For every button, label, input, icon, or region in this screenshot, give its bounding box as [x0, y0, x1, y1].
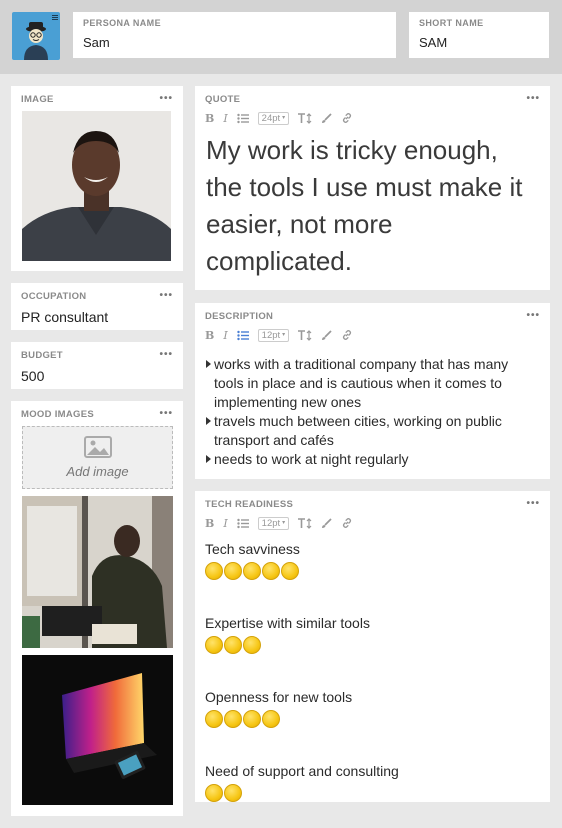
rating-dot-icon[interactable]	[205, 562, 223, 580]
description-card: DESCRIPTION ••• B I 12pt ▾ works with a t…	[195, 303, 550, 479]
rating[interactable]	[205, 636, 540, 656]
list-item[interactable]: needs to work at night regularly	[205, 450, 540, 469]
budget-card: BUDGET ••• 500	[11, 342, 183, 389]
italic-button[interactable]: I	[223, 517, 227, 530]
description-menu[interactable]: •••	[526, 311, 540, 321]
rating-dot-icon[interactable]	[243, 636, 261, 654]
bullet-list-icon[interactable]	[236, 330, 249, 341]
occupation-title: OCCUPATION	[21, 290, 87, 302]
tech-readiness-title: TECH READINESS	[205, 498, 294, 510]
brush-icon[interactable]	[321, 329, 332, 341]
list-item[interactable]: travels much between cities, working on …	[205, 412, 540, 450]
quote-card: QUOTE ••• B I 24pt ▾ My work is tricky en…	[195, 86, 550, 290]
chevron-down-icon: ▾	[282, 519, 286, 526]
font-size-select[interactable]: 12pt ▾	[257, 516, 290, 530]
budget-menu[interactable]: •••	[159, 350, 173, 360]
rating-dot-icon[interactable]	[262, 710, 280, 728]
bullet-list-icon[interactable]	[236, 518, 249, 529]
bold-button[interactable]: B	[205, 112, 214, 125]
chevron-down-icon: ▾	[282, 331, 286, 338]
link-icon[interactable]	[341, 329, 353, 341]
persona-name-label: PERSONA NAME	[83, 18, 161, 28]
persona-name-field[interactable]: PERSONA NAME Sam	[73, 12, 396, 58]
occupation-card: OCCUPATION ••• PR consultant	[11, 283, 183, 330]
add-image-label: Add image	[66, 464, 129, 479]
budget-title: BUDGET	[21, 349, 63, 361]
rating-dot-icon[interactable]	[224, 784, 242, 802]
tech-readiness-label: Expertise with similar tools	[205, 615, 370, 631]
link-icon[interactable]	[341, 517, 353, 529]
persona-avatar[interactable]	[12, 12, 60, 60]
quote-text[interactable]: My work is tricky enough, the tools I us…	[205, 132, 540, 280]
add-image-button[interactable]: Add image	[22, 426, 173, 489]
bullet-list-icon[interactable]	[236, 113, 249, 124]
font-size-value: 12pt	[261, 329, 281, 341]
tech-readiness-item[interactable]: Need of support and consulting	[205, 762, 540, 804]
chevron-down-icon: ▾	[282, 114, 286, 121]
tech-readiness-list[interactable]: Tech savviness Expertise with similar too…	[205, 540, 540, 804]
brush-icon[interactable]	[321, 517, 332, 529]
short-name-label: SHORT NAME	[419, 18, 484, 28]
tech-readiness-card: TECH READINESS ••• B I 12pt ▾ Tech savvin…	[195, 491, 550, 802]
italic-button[interactable]: I	[223, 329, 227, 342]
tech-readiness-label: Openness for new tools	[205, 689, 353, 705]
tech-readiness-label: Need of support and consulting	[205, 763, 399, 779]
list-item[interactable]: works with a traditional company that ha…	[205, 355, 540, 412]
rating-dot-icon[interactable]	[224, 562, 242, 580]
budget-value[interactable]: 500	[21, 368, 173, 384]
italic-button[interactable]: I	[223, 112, 227, 125]
rating-dot-icon[interactable]	[205, 710, 223, 728]
description-list[interactable]: works with a traditional company that ha…	[205, 355, 540, 469]
mood-images-menu[interactable]: •••	[159, 409, 173, 419]
rating[interactable]	[205, 784, 540, 804]
rating-dot-icon[interactable]	[262, 562, 280, 580]
rating-dot-icon[interactable]	[243, 710, 261, 728]
brush-icon[interactable]	[321, 112, 332, 124]
mood-image-1[interactable]	[22, 496, 173, 648]
rating-dot-icon[interactable]	[224, 636, 242, 654]
occupation-menu[interactable]: •••	[159, 291, 173, 301]
occupation-value[interactable]: PR consultant	[21, 309, 173, 325]
rating-dot-icon[interactable]	[224, 710, 242, 728]
image-card-title: IMAGE	[21, 93, 54, 105]
tech-readiness-label: Tech savviness	[205, 541, 300, 557]
font-size-select[interactable]: 24pt ▾	[257, 111, 290, 125]
text-height-icon[interactable]	[298, 112, 312, 124]
bold-button[interactable]: B	[205, 517, 214, 530]
link-icon[interactable]	[341, 112, 353, 124]
tech-readiness-menu[interactable]: •••	[526, 499, 540, 509]
image-card-menu[interactable]: •••	[159, 94, 173, 104]
quote-title: QUOTE	[205, 93, 241, 105]
persona-header: PERSONA NAME Sam SHORT NAME SAM	[0, 0, 562, 74]
font-size-select[interactable]: 12pt ▾	[257, 328, 290, 342]
text-height-icon[interactable]	[298, 329, 312, 341]
image-placeholder-icon	[83, 436, 112, 458]
description-title: DESCRIPTION	[205, 310, 274, 322]
tech-readiness-item[interactable]: Expertise with similar tools	[205, 614, 540, 656]
description-toolbar: B I 12pt ▾	[205, 328, 540, 342]
mood-image-2[interactable]	[22, 655, 173, 805]
tech-toolbar: B I 12pt ▾	[205, 516, 540, 530]
text-height-icon[interactable]	[298, 517, 312, 529]
rating-dot-icon[interactable]	[205, 784, 223, 802]
mood-images-title: MOOD IMAGES	[21, 408, 94, 420]
short-name-value[interactable]: SAM	[419, 35, 539, 50]
rating[interactable]	[205, 562, 540, 582]
rating-dot-icon[interactable]	[243, 562, 261, 580]
rating-dot-icon[interactable]	[281, 562, 299, 580]
font-size-value: 12pt	[261, 517, 281, 529]
rating-dot-icon[interactable]	[205, 636, 223, 654]
quote-toolbar: B I 24pt ▾	[205, 111, 540, 125]
persona-photo[interactable]	[22, 111, 171, 261]
quote-menu[interactable]: •••	[526, 94, 540, 104]
avatar-menu-icon[interactable]	[52, 15, 58, 20]
persona-name-value[interactable]: Sam	[83, 35, 386, 50]
short-name-field[interactable]: SHORT NAME SAM	[409, 12, 549, 58]
tech-readiness-item[interactable]: Openness for new tools	[205, 688, 540, 730]
rating[interactable]	[205, 710, 540, 730]
font-size-value: 24pt	[261, 112, 281, 124]
tech-readiness-item[interactable]: Tech savviness	[205, 540, 540, 582]
bold-button[interactable]: B	[205, 329, 214, 342]
